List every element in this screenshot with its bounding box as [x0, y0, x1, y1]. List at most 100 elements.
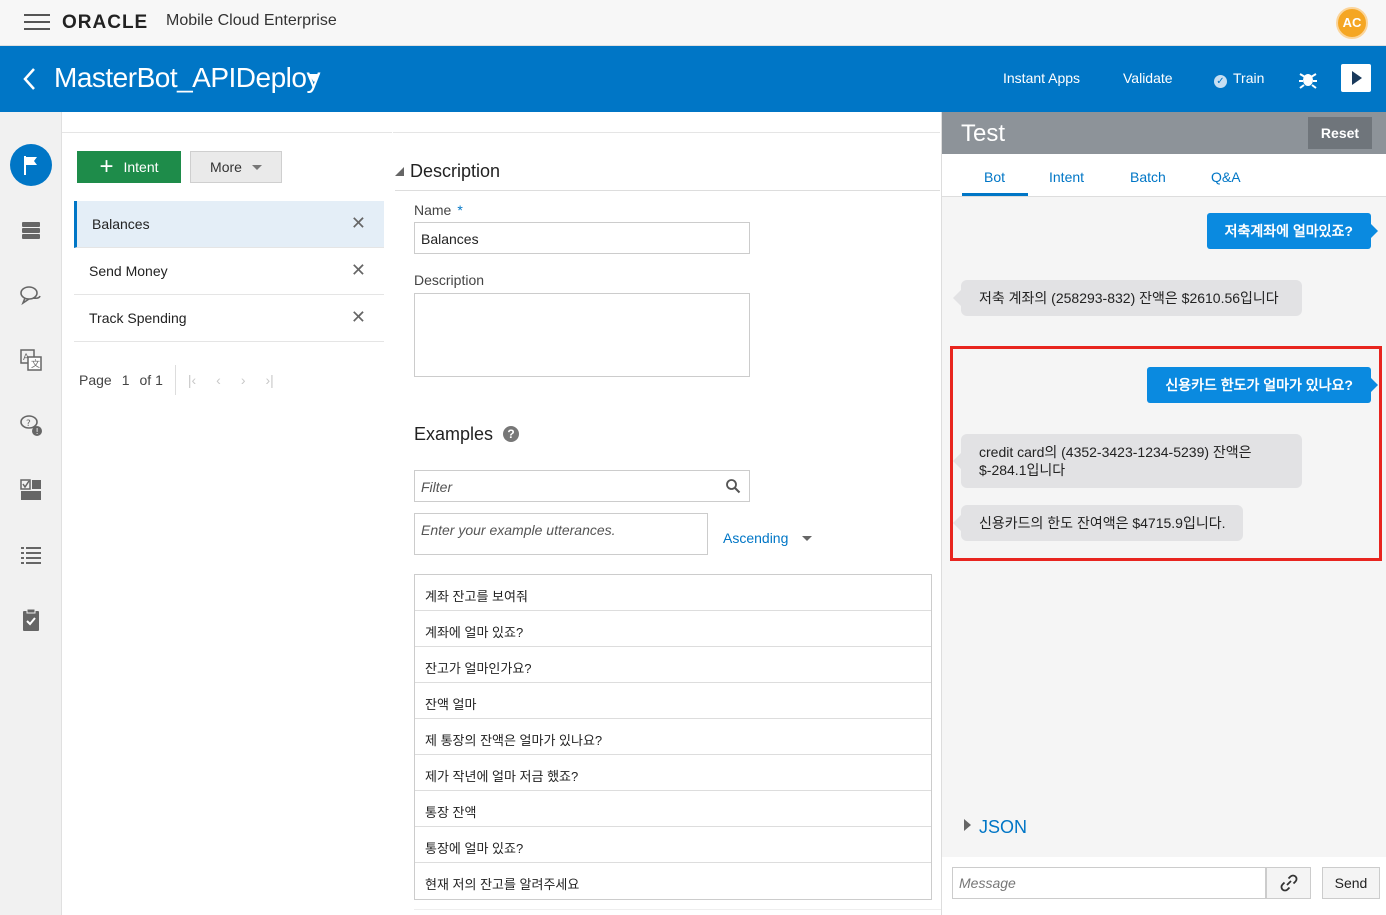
- examples-title-text: Examples: [414, 424, 494, 444]
- test-header: Test Reset: [942, 112, 1386, 154]
- left-nav-rail: A文 ?!: [0, 112, 62, 915]
- example-row[interactable]: 계좌 잔고를 보여줘: [415, 575, 931, 611]
- bot-toolbar: MasterBot_APIDeploy Instant Apps Validat…: [0, 46, 1386, 112]
- bug-icon[interactable]: [1297, 68, 1319, 90]
- close-icon[interactable]: ✕: [351, 213, 366, 234]
- example-row[interactable]: 계좌에 얼마 있죠?: [415, 611, 931, 647]
- list-footer-divider: [414, 909, 944, 915]
- active-tab-indicator: [962, 193, 1028, 196]
- train-label: Train: [1233, 70, 1265, 86]
- chat-icon: [20, 286, 41, 306]
- description-section-header[interactable]: Description: [395, 161, 940, 191]
- flag-icon: [24, 156, 37, 175]
- intent-list-item[interactable]: Send Money ✕: [74, 248, 384, 295]
- intents-nav-item[interactable]: [10, 144, 52, 186]
- hamburger-menu-icon[interactable]: [24, 14, 50, 30]
- tab-intent[interactable]: Intent: [1049, 169, 1084, 185]
- name-input[interactable]: Balances: [414, 222, 750, 254]
- tab-bot[interactable]: Bot: [984, 169, 1005, 185]
- validate-link[interactable]: Validate: [1123, 70, 1173, 86]
- collapse-triangle-icon: [395, 167, 404, 176]
- quality-nav-item[interactable]: [10, 599, 52, 641]
- play-test-button[interactable]: [1341, 64, 1371, 92]
- close-icon[interactable]: ✕: [351, 307, 366, 328]
- example-row[interactable]: 잔액 얼마: [415, 683, 931, 719]
- add-intent-button[interactable]: + Intent: [77, 151, 181, 183]
- bot-switch-chevron-down-icon[interactable]: [308, 74, 320, 82]
- examples-heading: Examples?: [414, 424, 520, 445]
- help-icon[interactable]: ?: [503, 426, 520, 442]
- more-button[interactable]: More: [190, 151, 282, 183]
- example-row[interactable]: 통장에 얼마 있죠?: [415, 827, 931, 863]
- instant-apps-link[interactable]: Instant Apps: [1003, 70, 1080, 86]
- resource-bundles-nav-item[interactable]: A文: [10, 339, 52, 381]
- intents-panel: + Intent More Balances ✕ Send Money ✕ Tra…: [62, 132, 392, 915]
- bot-title: MasterBot_APIDeploy: [54, 62, 320, 93]
- user-message: 신용카드 한도가 얼마가 있나요?: [1147, 367, 1378, 403]
- name-field-label: Name *: [414, 202, 463, 218]
- pagination: Page 1 of 1 |‹ ‹ › ›|: [79, 365, 294, 395]
- send-button[interactable]: Send: [1322, 867, 1380, 899]
- pager-divider: [174, 365, 176, 395]
- database-icon: [22, 222, 40, 239]
- first-page-icon[interactable]: |‹: [188, 372, 196, 388]
- back-arrow-icon[interactable]: [20, 66, 40, 92]
- page-number: 1: [121, 372, 130, 388]
- qna-nav-item[interactable]: ?!: [10, 404, 52, 446]
- train-link[interactable]: ✓ Train: [1214, 70, 1264, 88]
- description-textarea[interactable]: [414, 293, 750, 377]
- intent-editor: Description Name * Balances Description E…: [393, 132, 944, 915]
- intent-name: Track Spending: [89, 310, 187, 326]
- json-toggle[interactable]: JSON: [964, 817, 1027, 838]
- intent-list-item[interactable]: Track Spending ✕: [74, 295, 384, 342]
- entities-nav-item[interactable]: [10, 209, 52, 251]
- check-icon: ✓: [1214, 75, 1227, 88]
- flows-nav-item[interactable]: [10, 274, 52, 316]
- search-icon[interactable]: [725, 478, 741, 494]
- last-page-icon[interactable]: ›|: [266, 372, 274, 388]
- page-label: Page: [79, 372, 112, 388]
- json-label: JSON: [979, 817, 1028, 837]
- example-row[interactable]: 제가 작년에 얼마 저금 했죠?: [415, 755, 931, 791]
- user-avatar[interactable]: AC: [1336, 7, 1368, 39]
- examples-filter-input[interactable]: Filter: [414, 470, 750, 502]
- prev-page-icon[interactable]: ‹: [216, 372, 221, 388]
- section-title: Description: [410, 161, 501, 181]
- chevron-down-icon: [802, 536, 813, 541]
- svg-text:?: ?: [26, 419, 31, 429]
- translate-icon: A文: [20, 349, 42, 371]
- intent-list-item[interactable]: Balances ✕: [74, 201, 384, 248]
- channels-nav-item[interactable]: [10, 534, 52, 576]
- svg-text:!: !: [36, 427, 39, 436]
- user-message: 저축계좌에 얼마있죠?: [1206, 213, 1379, 249]
- bot-message: credit card의 (4352-3423-1234-5239) 잔액은 $…: [953, 434, 1302, 488]
- description-field-label: Description: [414, 272, 485, 288]
- message-input[interactable]: Message: [952, 867, 1266, 899]
- test-tabs: Bot Intent Batch Q&A: [942, 154, 1386, 197]
- intent-name: Balances: [92, 216, 150, 232]
- test-title: Test: [961, 120, 1006, 147]
- expand-triangle-icon: [964, 819, 971, 831]
- plus-icon: +: [99, 153, 114, 180]
- example-row[interactable]: 제 통장의 잔액은 얼마가 있나요?: [415, 719, 931, 755]
- reset-button[interactable]: Reset: [1308, 117, 1372, 149]
- tab-qna[interactable]: Q&A: [1211, 169, 1241, 185]
- product-name: Mobile Cloud Enterprise: [166, 12, 337, 29]
- required-marker: *: [457, 202, 463, 218]
- list-icon: [21, 547, 41, 564]
- example-row[interactable]: 현재 저의 잔고를 알려주세요: [415, 863, 931, 899]
- test-panel: Test Reset Bot Intent Batch Q&A 저축계좌에 얼마…: [941, 112, 1386, 915]
- example-row[interactable]: 통장 잔액: [415, 791, 931, 827]
- close-icon[interactable]: ✕: [351, 260, 366, 281]
- app-header: ORACLE Mobile Cloud Enterprise AC: [0, 0, 1386, 46]
- components-nav-item[interactable]: [10, 469, 52, 511]
- attach-button[interactable]: [1266, 867, 1311, 899]
- tab-batch[interactable]: Batch: [1130, 169, 1166, 185]
- utterance-input[interactable]: Enter your example utterances.: [414, 513, 708, 555]
- sort-order-select[interactable]: Ascending: [723, 530, 813, 546]
- next-page-icon[interactable]: ›: [241, 372, 246, 388]
- example-row[interactable]: 잔고가 얼마인가요?: [415, 647, 931, 683]
- name-label-text: Name: [414, 202, 452, 218]
- intent-name: Send Money: [89, 263, 168, 279]
- add-intent-label: Intent: [123, 159, 159, 175]
